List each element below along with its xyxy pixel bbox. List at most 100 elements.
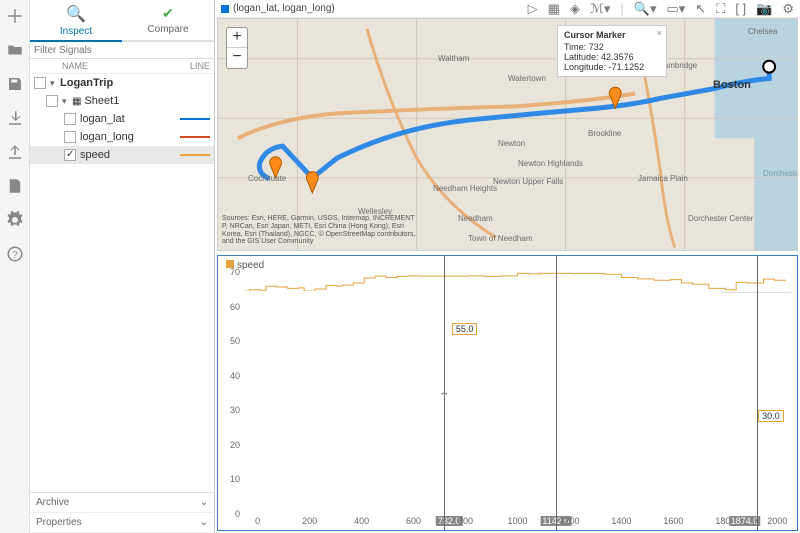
filter-box	[30, 42, 214, 59]
folder-icon[interactable]	[5, 40, 25, 60]
add-icon[interactable]	[5, 6, 25, 26]
map-label: Town of Needham	[468, 234, 532, 243]
import-icon[interactable]	[5, 108, 25, 128]
map-label: Cochituate	[248, 174, 286, 183]
chart-view[interactable]: speed Time Plot ∘∘∘ 706050403020100 0200…	[217, 255, 798, 531]
map-label: Needham	[458, 214, 493, 223]
gear-icon[interactable]	[5, 210, 25, 230]
tab-compare[interactable]: ✔ Compare	[122, 0, 214, 40]
fit-icon[interactable]: [ ]	[735, 1, 746, 16]
map-label: Needham Heights	[433, 184, 497, 193]
save-icon[interactable]	[5, 74, 25, 94]
map-label: Newton Upper Falls	[493, 177, 563, 186]
line-swatch	[180, 118, 210, 120]
map-label: Jamaica Plain	[638, 174, 688, 183]
map-label: Chelsea	[748, 27, 777, 36]
y-axis: 706050403020100	[222, 272, 242, 514]
filter-input[interactable]	[34, 45, 210, 56]
legend-label: speed	[237, 260, 264, 271]
tree-sheet[interactable]: ▾ ▦ Sheet1	[30, 92, 214, 110]
tree-signal-lat[interactable]: logan_lat	[30, 110, 214, 128]
tree-label: logan_lat	[80, 113, 180, 125]
data-label-2: 30.0	[758, 410, 784, 422]
map-view[interactable]: Boston Cambridge Newton Brookline Watert…	[217, 18, 798, 251]
checkbox[interactable]	[64, 149, 76, 161]
tree-label: LoganTrip	[60, 77, 210, 89]
chevron-down-icon[interactable]: ▾	[62, 96, 72, 107]
gear-icon[interactable]: ⚙	[782, 1, 794, 17]
tree-label: Sheet1	[84, 95, 210, 107]
tree-label: speed	[80, 149, 180, 161]
search-icon: 🔍	[66, 4, 86, 24]
plot-title: (logan_lat, logan_long)	[233, 3, 335, 14]
panel-tabs: 🔍 Inspect ✔ Compare	[30, 0, 214, 42]
zoom-out-button[interactable]: −	[227, 48, 247, 68]
header-name: NAME	[34, 61, 190, 71]
map-label: Boston	[713, 79, 751, 91]
series-color-swatch	[221, 5, 229, 13]
map-attribution: Sources: Esri, HERE, Garmin, USGS, Inter…	[222, 215, 422, 246]
properties-section[interactable]: Properties ⌄	[30, 513, 214, 533]
line-swatch	[180, 136, 210, 138]
check-icon: ✔	[162, 5, 174, 22]
signal-tree: ▾ LoganTrip ▾ ▦ Sheet1 logan_lat logan_l…	[30, 74, 214, 492]
zoom-icon[interactable]: 🔍▾	[634, 1, 657, 17]
map-label: Newton Highlands	[518, 159, 583, 168]
chevron-down-icon: ⌄	[200, 497, 208, 508]
select-icon[interactable]: ▭▾	[666, 1, 685, 17]
svg-text:?: ?	[12, 250, 18, 261]
header-line: LINE	[190, 61, 210, 71]
eraser-icon[interactable]: ◈	[570, 1, 580, 17]
zoom-control: + −	[226, 27, 248, 69]
expand-icon[interactable]: ⛶	[716, 1, 725, 17]
properties-label: Properties	[36, 517, 82, 528]
map-label: Newton	[498, 139, 525, 148]
style-icon[interactable]: ℳ▾	[590, 1, 610, 17]
map-label: Waltham	[438, 54, 469, 63]
archive-label: Archive	[36, 497, 69, 508]
map-label: Dorchester Center	[688, 214, 753, 223]
sheet-icon: ▦	[72, 96, 81, 107]
cursor-marker-info: × Cursor Marker Time: 732 Latitude: 42.3…	[557, 25, 667, 77]
grid-icon[interactable]: ▦	[548, 1, 560, 17]
tree-root[interactable]: ▾ LoganTrip	[30, 74, 214, 92]
archive-section[interactable]: Archive ⌄	[30, 493, 214, 513]
tree-signal-long[interactable]: logan_long	[30, 128, 214, 146]
checkbox[interactable]	[64, 131, 76, 143]
close-icon[interactable]: ×	[657, 28, 662, 38]
checkbox[interactable]	[46, 95, 58, 107]
cursor-handle[interactable]: ↔	[439, 388, 449, 399]
export-icon[interactable]	[5, 142, 25, 162]
pointer-icon[interactable]: ↖	[695, 1, 706, 17]
help-icon[interactable]: ?	[5, 244, 25, 264]
cursor-x-3: 1874.0	[729, 516, 761, 526]
left-toolbar: ?	[0, 0, 30, 533]
zoom-in-button[interactable]: +	[227, 28, 247, 48]
map-label: Dorchester Bay	[763, 169, 798, 178]
line-swatch	[180, 154, 210, 156]
play-icon[interactable]: ▷	[528, 1, 538, 17]
chevron-down-icon: ⌄	[200, 517, 208, 528]
map-label: Watertown	[508, 74, 546, 83]
tab-inspect-label: Inspect	[60, 26, 92, 37]
checkbox[interactable]	[64, 113, 76, 125]
checkbox[interactable]	[34, 77, 46, 89]
map-toolbar: ▷ ▦ ◈ ℳ▾ | 🔍▾ ▭▾ ↖ ⛶ [ ] 📷 ⚙	[528, 1, 794, 17]
document-icon[interactable]	[5, 176, 25, 196]
titlebar: (logan_lat, logan_long) ▷ ▦ ◈ ℳ▾ | 🔍▾ ▭▾…	[215, 0, 800, 18]
chart-canvas	[244, 272, 791, 291]
cursor-title: Cursor Marker	[564, 30, 660, 40]
map-label: Brookline	[588, 129, 621, 138]
panel-footer: Archive ⌄ Properties ⌄	[30, 492, 214, 533]
data-label-1: 55.0	[452, 323, 478, 335]
tree-header: NAME LINE	[30, 59, 214, 74]
chevron-down-icon[interactable]: ▾	[50, 78, 60, 89]
tab-inspect[interactable]: 🔍 Inspect	[30, 0, 122, 42]
tree-label: logan_long	[80, 131, 180, 143]
cursor-line-3[interactable]	[757, 256, 758, 530]
cursor-line-2[interactable]	[556, 256, 557, 530]
camera-icon[interactable]: 📷	[756, 1, 772, 17]
tab-compare-label: Compare	[147, 24, 188, 35]
tree-signal-speed[interactable]: speed	[30, 146, 214, 164]
signals-panel: 🔍 Inspect ✔ Compare NAME LINE ▾ LoganTri…	[30, 0, 215, 533]
